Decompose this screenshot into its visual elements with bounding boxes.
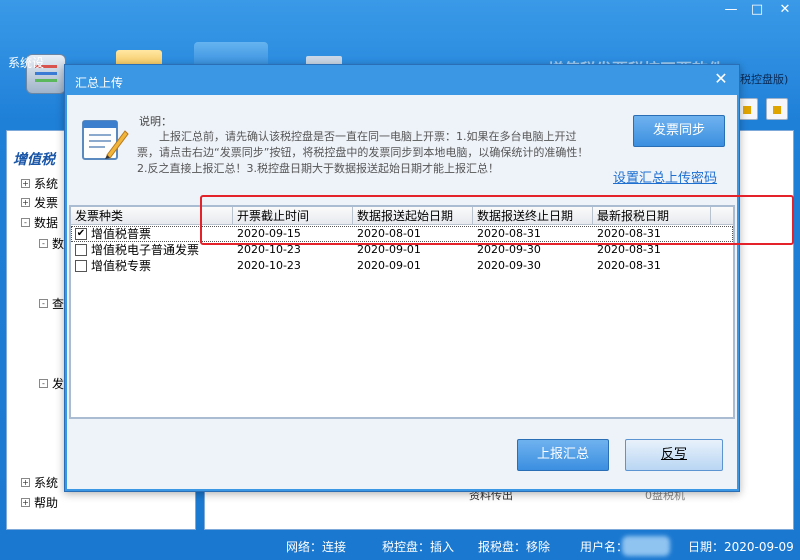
minimize-icon[interactable]: —	[718, 0, 744, 20]
tree-item-help[interactable]: + 帮助	[21, 494, 58, 511]
tree-item-label: 数据	[34, 216, 59, 230]
status-bar: 网络：连接 税控盘：插入 报税盘：移除 用户名： 日期：2020-09-09	[0, 532, 800, 560]
cell-end: 2020-09-30	[477, 259, 541, 272]
close-icon[interactable]: ✕	[770, 0, 800, 20]
tree-item-system[interactable]: + 系统	[21, 175, 58, 192]
tax-disk-status: 税控盘：插入	[382, 540, 455, 554]
network-status: 网络：连接	[286, 540, 347, 554]
summary-upload-dialog: 汇总上传 ✕ 说明： 上报汇总前，请先确认该税控盘是否一直在同一电脑上开票：1.…	[64, 64, 740, 492]
report-disk-status: 报税盘：移除	[478, 540, 551, 554]
notepad-pencil-icon	[82, 120, 129, 160]
tree-item-data[interactable]: - 数据	[21, 214, 58, 231]
tree-item-label: 查	[52, 297, 65, 311]
date-status: 日期：2020-09-09	[688, 540, 794, 554]
cell-type: 增值税专票	[91, 259, 152, 273]
cell-deadline: 2020-10-23	[237, 259, 301, 272]
expand-icon[interactable]: +	[21, 498, 30, 507]
collapse-icon[interactable]: -	[39, 299, 48, 308]
tree-item-system-2[interactable]: + 系统	[21, 474, 58, 491]
set-upload-password-link[interactable]: 设置汇总上传密码	[613, 167, 717, 186]
tree-item-invoice[interactable]: + 发票	[21, 194, 58, 211]
invoice-sync-button[interactable]: 发票同步	[633, 115, 725, 147]
disk-icon[interactable]	[766, 98, 788, 120]
tree-item-label: 系统	[34, 476, 59, 490]
nav-heading: 增值税	[13, 152, 55, 168]
cell-latest: 2020-08-31	[597, 259, 661, 272]
close-icon[interactable]: ✕	[711, 69, 731, 89]
toolbar-settings-label[interactable]: 系统设	[8, 54, 44, 71]
table-row[interactable]: 增值税专票 2020-10-23 2020-09-01 2020-09-30 2…	[71, 258, 733, 274]
cell-type: 增值税电子普通发票	[91, 243, 200, 257]
collapse-icon[interactable]: -	[39, 379, 48, 388]
tree-item-label: 系统	[34, 177, 59, 191]
info-label: 说明：	[139, 115, 172, 128]
app-subtitle: 税控盘版)	[740, 73, 789, 86]
info-text: 上报汇总前，请先确认该税控盘是否一直在同一电脑上开票：1.如果在多台电脑上开过票…	[137, 130, 589, 175]
highlight-annotation	[200, 195, 794, 245]
tree-item-label: 数	[52, 237, 65, 251]
tree-item-label: 帮助	[34, 496, 59, 510]
tree-item-query[interactable]: -查	[39, 295, 64, 312]
row-checkbox[interactable]	[75, 260, 87, 272]
tree-item-issue[interactable]: -发	[39, 375, 64, 392]
maximize-icon[interactable]: □	[744, 0, 770, 20]
dialog-body: 说明： 上报汇总前，请先确认该税控盘是否一直在同一电脑上开票：1.如果在多台电脑…	[67, 95, 737, 489]
dialog-title: 汇总上传	[75, 76, 124, 90]
cell-type: 增值税普票	[91, 227, 152, 241]
user-status: 用户名：	[580, 540, 629, 554]
tree-item-label: 发票	[34, 196, 59, 210]
report-summary-button[interactable]: 上报汇总	[517, 439, 609, 471]
collapse-icon[interactable]: -	[39, 239, 48, 248]
collapse-icon[interactable]: -	[21, 218, 30, 227]
redacted-username	[622, 536, 670, 556]
rewrite-button[interactable]: 反写	[625, 439, 723, 471]
expand-icon[interactable]: +	[21, 179, 30, 188]
rewrite-button-label: 反写	[660, 447, 687, 462]
cell-start: 2020-09-01	[357, 259, 421, 272]
tree-item-label: 发	[52, 377, 65, 391]
window-controls: — □ ✕	[718, 0, 800, 22]
expand-icon[interactable]: +	[21, 198, 30, 207]
expand-icon[interactable]: +	[21, 478, 30, 487]
row-checkbox[interactable]	[75, 244, 87, 256]
tree-item-data-sub[interactable]: -数	[39, 235, 64, 252]
row-checkbox[interactable]: ✔	[75, 228, 87, 240]
right-toolbar	[736, 98, 788, 120]
